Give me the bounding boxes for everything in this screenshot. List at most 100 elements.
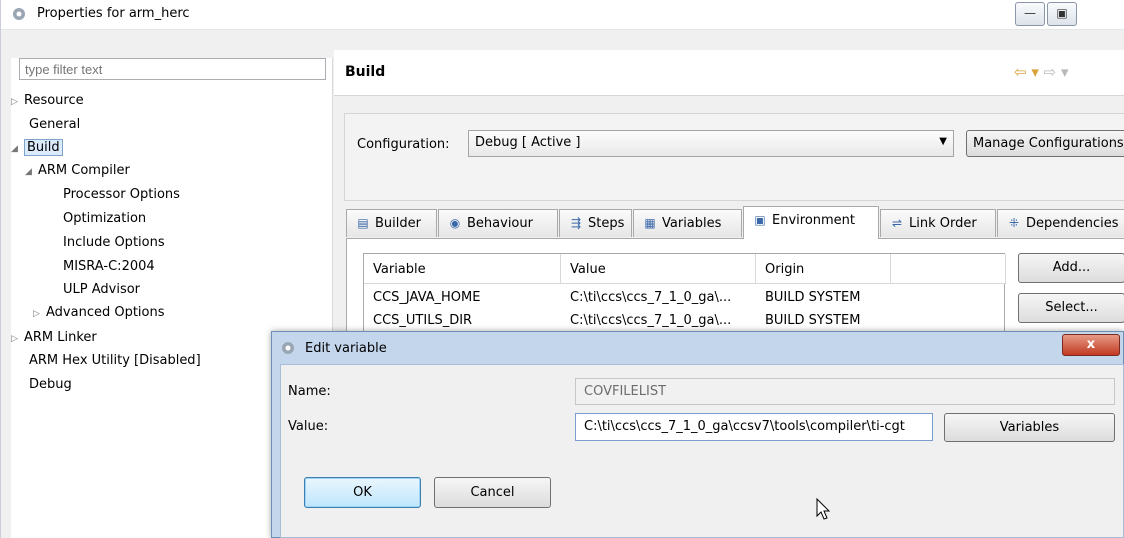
table-cell: CCS_JAVA_HOME <box>373 290 481 305</box>
minimize-icon: — <box>1024 6 1036 20</box>
value-label: Value: <box>288 419 329 434</box>
mouse-pointer-icon <box>816 498 831 520</box>
column-header[interactable]: Variable <box>364 254 561 284</box>
close-button[interactable]: x <box>1062 334 1120 356</box>
expand-arrow-icon[interactable]: ▷ <box>11 334 24 344</box>
tree-item[interactable]: MISRA-C:2004 <box>63 259 155 274</box>
collapse-arrow-icon[interactable]: ◢ <box>11 144 24 154</box>
configuration-select[interactable]: Debug [ Active ] ▼ <box>468 130 954 157</box>
table-cell: CCS_UTILS_DIR <box>373 313 473 328</box>
tree-item[interactable]: ◢ Build <box>11 139 63 156</box>
dialog-body: Name: COVFILELIST Value: C:\ti\ccs\ccs_7… <box>280 364 1124 538</box>
tree-item[interactable]: Processor Options <box>63 187 180 202</box>
ok-button[interactable]: OK <box>304 477 421 508</box>
tab-label: Dependencies <box>1026 216 1119 231</box>
tree-item-label: Debug <box>29 377 72 392</box>
configuration-label: Configuration: <box>357 137 450 152</box>
edit-variable-dialog: Edit variable x Name: COVFILELIST Value:… <box>271 331 1124 538</box>
tab-behaviour[interactable]: ◉ Behaviour <box>438 209 558 237</box>
table-cell: C:\ti\ccs\ccs_7_1_0_ga\... <box>570 313 732 328</box>
tab-icon: ▤ <box>357 216 369 230</box>
tab-icon: ▣ <box>754 213 766 227</box>
tab-dependencies[interactable]: ⁜ Dependencies <box>997 209 1124 237</box>
tree-item[interactable]: General <box>29 117 80 132</box>
tree-item[interactable]: ◢ ARM Compiler <box>25 163 130 178</box>
minimize-button[interactable]: — <box>1015 2 1045 26</box>
value-field[interactable]: C:\ti\ccs\ccs_7_1_0_ga\ccsv7\tools\compi… <box>575 413 933 441</box>
select-button[interactable]: Select... <box>1018 293 1124 323</box>
tree-item[interactable]: Include Options <box>63 235 165 250</box>
tree-item-label: MISRA-C:2004 <box>63 259 155 274</box>
tab-icon: ⇶ <box>570 216 582 230</box>
tree-item[interactable]: ▷ ARM Linker <box>11 330 97 345</box>
table-row[interactable]: CCS_JAVA_HOME C:\ti\ccs\ccs_7_1_0_ga\... B… <box>364 287 1004 309</box>
tab-builder[interactable]: ▤ Builder <box>346 209 437 237</box>
tab-label: Behaviour <box>467 216 533 231</box>
page-title: Build <box>345 64 386 80</box>
tab-link-order[interactable]: ⇌ Link Order <box>880 209 996 237</box>
tab-icon: ◉ <box>449 216 461 230</box>
gear-app-icon <box>282 342 294 354</box>
dialog-titlebar: Edit variable x <box>272 332 1123 364</box>
tree-item[interactable]: ARM Hex Utility [Disabled] <box>29 353 201 368</box>
tree-item-label: ULP Advisor <box>63 282 141 297</box>
tree-item[interactable]: ULP Advisor <box>63 282 140 297</box>
tab-icon: ⇌ <box>891 216 903 230</box>
collapse-arrow-icon[interactable]: ◢ <box>25 167 38 177</box>
maximize-icon: ▣ <box>1056 6 1068 20</box>
tree-item-label: Advanced Options <box>46 305 165 320</box>
window-controls: — ▣ <box>1015 2 1124 26</box>
column-header[interactable]: Origin <box>756 254 891 284</box>
name-label: Name: <box>288 384 331 399</box>
window-titlebar: Properties for arm_herc — ▣ <box>1 0 1124 30</box>
tab-label: Steps <box>588 216 625 231</box>
tree-item[interactable]: ▷ Advanced Options <box>33 305 165 320</box>
tree-item-label: Resource <box>24 93 84 108</box>
tab-icon: ⁜ <box>1008 216 1020 230</box>
configuration-group: Configuration: Debug [ Active ] ▼ Manage… <box>344 113 1124 201</box>
history-nav: ⇦ ▾ ⇨ ▾ <box>1014 63 1069 81</box>
variables-button[interactable]: Variables <box>944 413 1115 442</box>
cancel-button[interactable]: Cancel <box>434 477 551 508</box>
tree-item-label: Build <box>24 139 63 156</box>
window-title: Properties for arm_herc <box>37 6 190 21</box>
page-header: Build ⇦ ▾ ⇨ ▾ <box>334 50 1124 96</box>
build-tabs: ▤ Builder ◉ Behaviour ⇶ Steps ▦ Variables ▣ Envir… <box>346 206 1124 239</box>
dialog-title: Edit variable <box>305 341 387 356</box>
table-row[interactable]: CCS_UTILS_DIR C:\ti\ccs\ccs_7_1_0_ga\... B… <box>364 310 1004 332</box>
tab-label: Variables <box>662 216 722 231</box>
tree-item-label: ARM Hex Utility [Disabled] <box>29 353 201 368</box>
column-header-blank <box>891 254 1006 284</box>
tree-item-label: ARM Compiler <box>38 163 130 178</box>
tab-variables[interactable]: ▦ Variables <box>633 209 742 237</box>
tree-item-label: ARM Linker <box>24 330 97 345</box>
add-button[interactable]: Add... <box>1018 253 1124 283</box>
table-cell: C:\ti\ccs\ccs_7_1_0_ga\... <box>570 290 732 305</box>
tab-steps[interactable]: ⇶ Steps <box>559 209 632 237</box>
column-header[interactable]: Value <box>561 254 756 284</box>
tab-label: Builder <box>375 216 421 231</box>
tree-item[interactable]: Debug <box>29 377 72 392</box>
configuration-value: Debug [ Active ] <box>475 135 581 150</box>
maximize-button[interactable]: ▣ <box>1047 2 1077 26</box>
tree-item-label: Include Options <box>63 235 165 250</box>
expand-arrow-icon[interactable]: ▷ <box>33 309 46 319</box>
gear-app-icon <box>13 8 25 20</box>
tree-item-label: Processor Options <box>63 187 180 202</box>
expand-arrow-icon[interactable]: ▷ <box>11 97 24 107</box>
tab-label: Link Order <box>909 216 977 231</box>
tree-item[interactable]: Optimization <box>63 211 146 226</box>
chevron-down-icon: ▼ <box>939 136 947 147</box>
tree-item-label: General <box>29 117 81 132</box>
back-arrow-icon[interactable]: ⇦ ▾ <box>1014 63 1039 81</box>
tab-environment[interactable]: ▣ Environment <box>743 206 879 239</box>
tree-item[interactable]: ▷ Resource <box>11 93 84 108</box>
filter-input[interactable] <box>19 58 326 80</box>
forward-arrow-icon[interactable]: ⇨ ▾ <box>1044 63 1069 81</box>
tree-item-label: Optimization <box>63 211 147 226</box>
table-cell: BUILD SYSTEM <box>765 290 861 305</box>
manage-configurations-button[interactable]: Manage Configurations... <box>966 130 1124 157</box>
name-field: COVFILELIST <box>575 378 1115 405</box>
tab-label: Environment <box>772 213 856 228</box>
tab-icon: ▦ <box>644 216 656 230</box>
